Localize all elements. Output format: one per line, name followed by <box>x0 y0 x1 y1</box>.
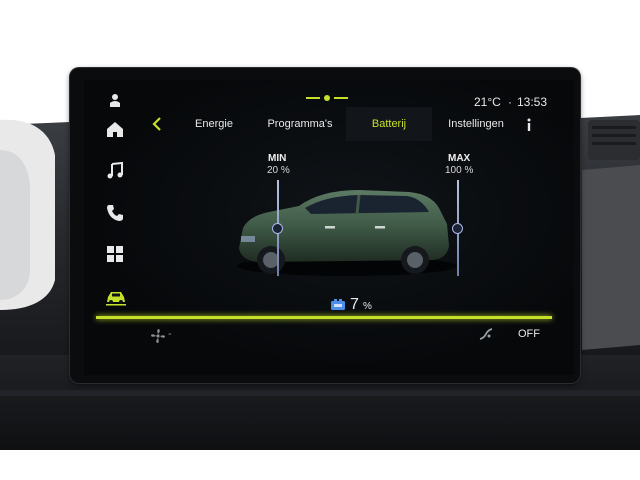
tab-programmas[interactable]: Programma's <box>258 107 342 141</box>
min-label: MIN <box>268 153 287 164</box>
infotainment-screen: 21°C · 13:53 Energie Programma's Batteri… <box>84 80 574 375</box>
battery-icon <box>331 299 345 310</box>
fan-level: - <box>168 328 172 340</box>
apps-icon[interactable] <box>104 243 126 265</box>
info-icon[interactable] <box>524 118 534 132</box>
music-icon[interactable] <box>104 160 126 182</box>
min-value: 20 % <box>267 165 290 176</box>
car-image <box>237 190 457 276</box>
back-chevron-icon[interactable] <box>150 116 164 132</box>
airflow-icon[interactable] <box>478 326 494 342</box>
max-label: MAX <box>448 153 471 164</box>
charge-value: 7 <box>350 296 359 313</box>
clock: 13:53 <box>517 95 548 109</box>
max-slider-handle[interactable] <box>452 223 463 234</box>
max-value: 100 % <box>445 165 474 176</box>
person-icon[interactable] <box>104 90 126 112</box>
tab-instellingen[interactable]: Instellingen <box>440 107 512 141</box>
charge-progress-bar <box>96 316 552 319</box>
tab-batterij[interactable]: Batterij <box>346 107 432 141</box>
phone-icon[interactable] <box>104 202 126 224</box>
home-icon[interactable] <box>104 118 126 140</box>
tab-energie[interactable]: Energie <box>184 107 244 141</box>
min-slider-handle[interactable] <box>272 223 283 234</box>
charge-unit: % <box>363 301 372 312</box>
car-icon[interactable] <box>104 286 128 308</box>
page-indicator <box>306 95 348 101</box>
fan-icon[interactable] <box>150 328 166 344</box>
ac-state-button[interactable]: OFF <box>518 328 540 340</box>
